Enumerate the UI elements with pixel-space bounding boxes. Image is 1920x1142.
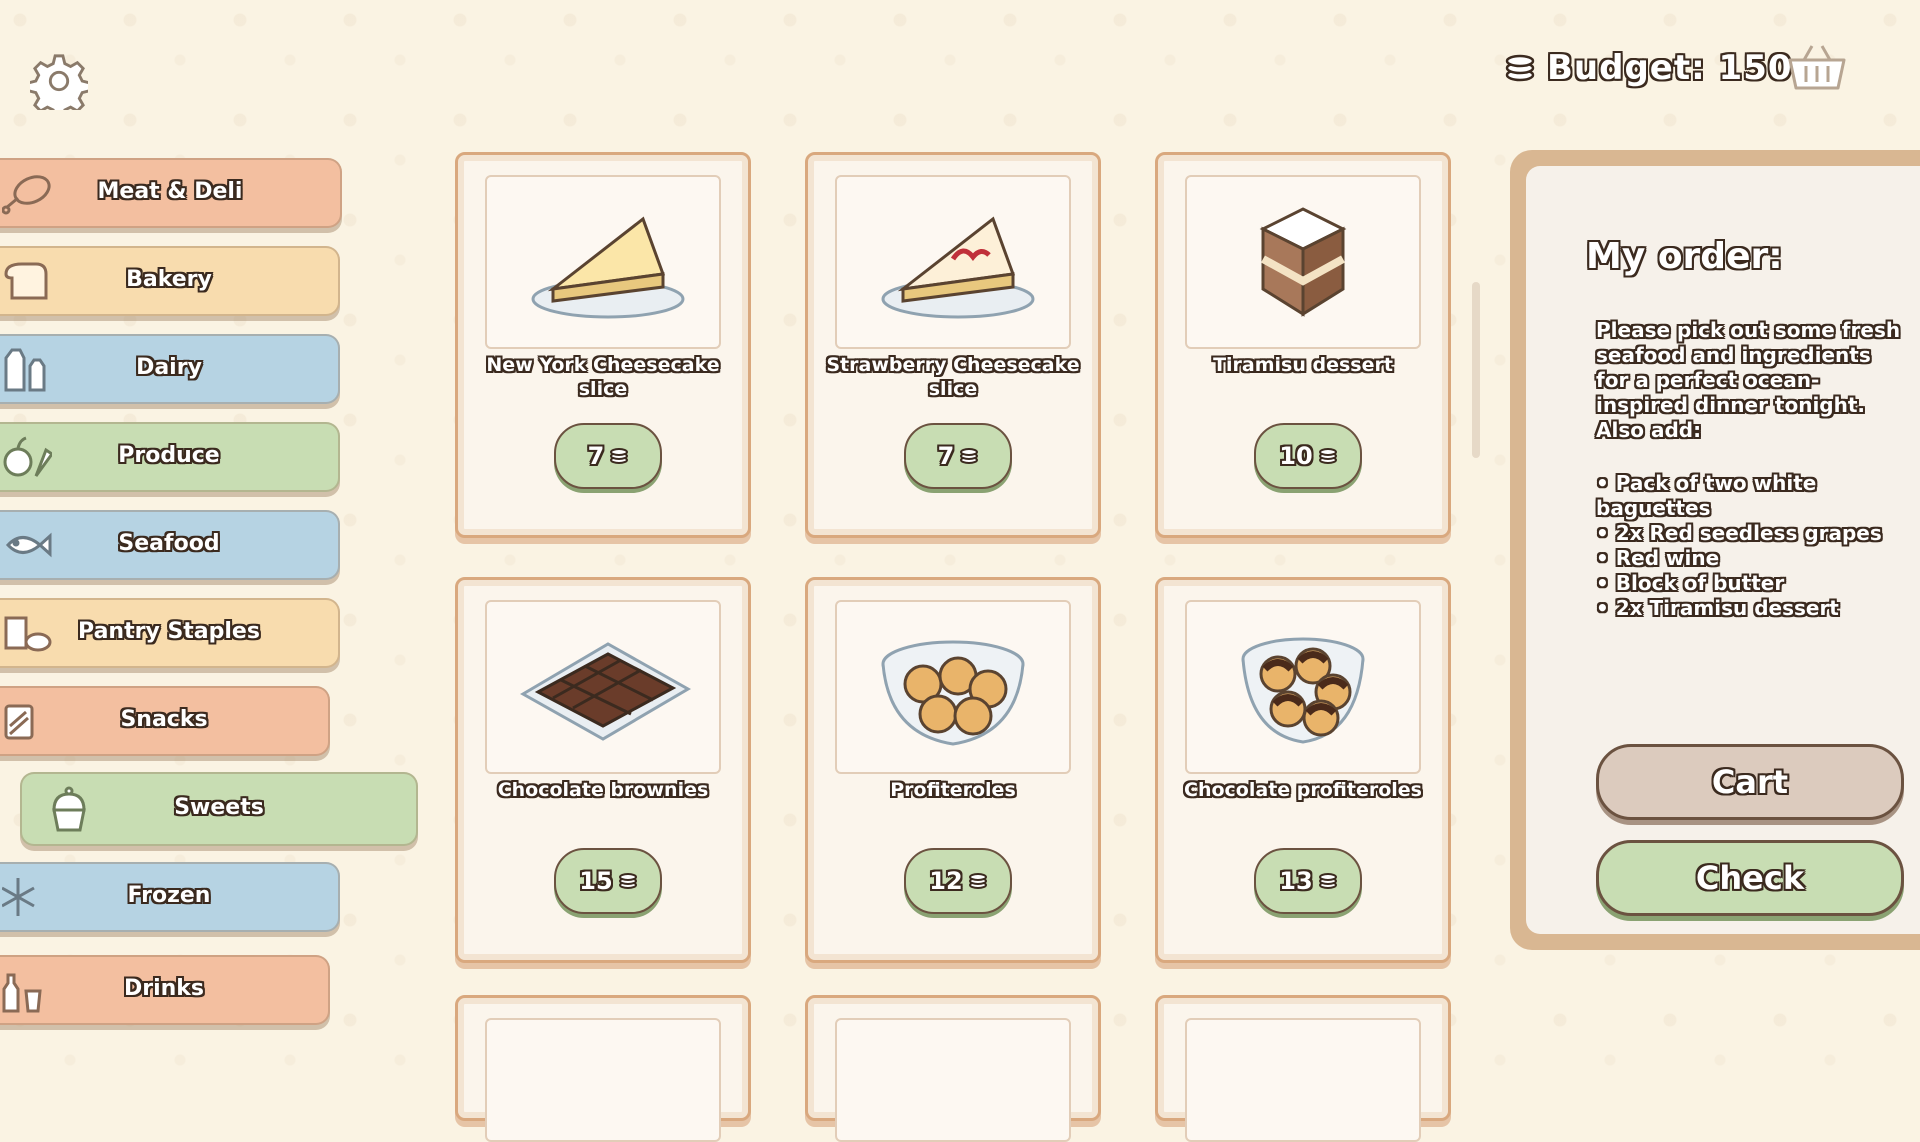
product-card-partial[interactable] xyxy=(1155,995,1451,1142)
product-price: 7 xyxy=(937,442,955,470)
category-label: Sweets xyxy=(174,795,264,820)
category-frozen[interactable]: Frozen xyxy=(0,862,340,932)
order-panel: My order: Please pick out some fresh sea… xyxy=(1510,150,1920,950)
order-item: Red wine xyxy=(1596,546,1916,571)
product-image-frame xyxy=(835,600,1071,774)
chocolate-profiteroles-icon xyxy=(1241,637,1365,744)
order-item: Pack of two white baguettes xyxy=(1596,471,1916,521)
product-card[interactable]: Tiramisu dessert 10 xyxy=(1155,152,1451,538)
gear-icon[interactable] xyxy=(30,52,88,110)
category-label: Snacks xyxy=(120,707,208,732)
category-snacks[interactable]: Snacks xyxy=(0,686,330,756)
product-card[interactable]: Strawberry Cheesecake slice 7 xyxy=(805,152,1101,538)
budget-label: Budget: 150 xyxy=(1547,48,1793,88)
cart-button[interactable]: Cart xyxy=(1596,744,1904,820)
product-image-frame xyxy=(1185,175,1421,349)
product-image-frame xyxy=(1185,600,1421,774)
category-label: Drinks xyxy=(123,976,205,1001)
product-name: New York Cheesecake slice xyxy=(486,354,720,400)
product-image-frame xyxy=(485,600,721,774)
category-drinks[interactable]: Drinks xyxy=(0,955,330,1025)
product-card[interactable]: Profiteroles 12 xyxy=(805,577,1101,963)
product-image-frame xyxy=(1185,1018,1421,1142)
product-name: Strawberry Cheesecake slice xyxy=(826,354,1080,400)
product-image-frame xyxy=(835,1018,1071,1142)
product-price-button[interactable]: 15 xyxy=(554,848,662,914)
product-price-button[interactable]: 12 xyxy=(904,848,1012,914)
category-seafood[interactable]: Seafood xyxy=(0,510,340,580)
category-dairy[interactable]: Dairy xyxy=(0,334,340,404)
product-price-button[interactable]: 7 xyxy=(904,423,1012,489)
product-image-frame xyxy=(835,175,1071,349)
product-name: Profiteroles xyxy=(890,779,1016,801)
coins-icon xyxy=(968,873,987,889)
budget-display: Budget: 150 xyxy=(1505,48,1793,88)
product-price: 15 xyxy=(579,867,613,895)
product-price-button[interactable]: 13 xyxy=(1254,848,1362,914)
product-image-frame xyxy=(485,1018,721,1142)
product-price: 13 xyxy=(1279,867,1313,895)
order-item: 2x Red seedless grapes xyxy=(1596,521,1916,546)
product-card[interactable]: New York Cheesecake slice 7 xyxy=(455,152,751,538)
order-title: My order: xyxy=(1586,236,1783,277)
category-produce[interactable]: Produce xyxy=(0,422,340,492)
category-bakery[interactable]: Bakery xyxy=(0,246,340,316)
coins-icon xyxy=(960,448,979,464)
category-label: Bakery xyxy=(126,267,212,292)
product-name: Tiramisu dessert xyxy=(1213,354,1393,376)
tiramisu-icon xyxy=(1259,207,1347,317)
profiteroles-icon xyxy=(881,640,1025,746)
product-price: 7 xyxy=(587,442,605,470)
category-label: Pantry Staples xyxy=(78,619,260,644)
product-image-frame xyxy=(485,175,721,349)
product-price: 10 xyxy=(1279,442,1313,470)
product-card[interactable]: Chocolate profiteroles 13 xyxy=(1155,577,1451,963)
product-price-button[interactable]: 10 xyxy=(1254,423,1362,489)
product-card-partial[interactable] xyxy=(455,995,751,1142)
coins-icon xyxy=(1505,54,1535,82)
product-scrollbar[interactable] xyxy=(1472,282,1480,458)
product-name: Chocolate profiteroles xyxy=(1184,779,1422,801)
order-description: Please pick out some fresh seafood and i… xyxy=(1596,318,1901,442)
basket-icon[interactable] xyxy=(1786,42,1848,92)
product-card[interactable]: Chocolate brownies 15 xyxy=(455,577,751,963)
check-button[interactable]: Check xyxy=(1596,840,1904,916)
category-label: Seafood xyxy=(118,531,220,556)
category-meat-deli[interactable]: Meat & Deli xyxy=(0,158,342,228)
product-price: 12 xyxy=(929,867,963,895)
coins-icon xyxy=(1318,873,1337,889)
coins-icon xyxy=(610,448,629,464)
category-label: Meat & Deli xyxy=(97,179,243,204)
category-label: Produce xyxy=(118,443,220,468)
brownies-icon xyxy=(519,642,692,741)
category-pantry-staples[interactable]: Pantry Staples xyxy=(0,598,340,668)
order-items-list: Pack of two white baguettes 2x Red seedl… xyxy=(1596,471,1916,621)
order-item: Block of butter xyxy=(1596,571,1916,596)
order-item: 2x Tiramisu dessert xyxy=(1596,596,1916,621)
cheesecake-icon xyxy=(531,216,685,319)
category-sweets[interactable]: Sweets xyxy=(20,772,418,846)
product-price-button[interactable]: 7 xyxy=(554,423,662,489)
product-name: Chocolate brownies xyxy=(497,779,709,801)
coins-icon xyxy=(618,873,637,889)
category-label: Dairy xyxy=(136,355,202,380)
coins-icon xyxy=(1318,448,1337,464)
order-panel-inner: My order: Please pick out some fresh sea… xyxy=(1526,166,1920,934)
category-label: Frozen xyxy=(127,883,211,908)
product-card-partial[interactable] xyxy=(805,995,1101,1142)
strawberry-cheesecake-icon xyxy=(881,216,1035,319)
